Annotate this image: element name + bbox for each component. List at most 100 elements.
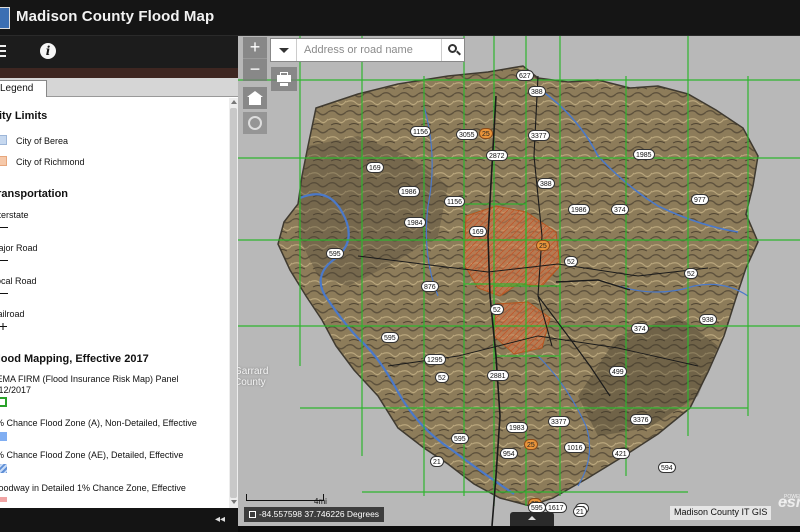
legend-heading-city-limits: City Limits	[0, 110, 48, 122]
legend-item-zone-a: 1% Chance Flood Zone (A), Non-Detailed, …	[0, 418, 197, 428]
coordinate-readout[interactable]: -84.557598 37.746226 Degrees	[244, 507, 385, 522]
route-shield: 52	[490, 304, 504, 315]
home-button[interactable]	[243, 87, 267, 109]
zoom-out-button[interactable]: −	[243, 59, 267, 81]
legend-item-interstate: Interstate	[0, 210, 29, 220]
interstate-swatch	[0, 227, 8, 228]
legend-list: City Limits City of Berea City of Richmo…	[0, 98, 229, 508]
richmond-swatch	[0, 156, 7, 166]
legend-scrollbar[interactable]	[229, 98, 238, 508]
coordinate-icon	[249, 511, 256, 518]
panel-bottom-bar: ◂◂	[0, 508, 238, 532]
info-icon[interactable]: i	[40, 43, 56, 59]
zone-a-swatch	[0, 432, 7, 441]
chevron-down-icon	[279, 48, 289, 53]
search-button[interactable]	[441, 39, 465, 61]
local-road-swatch	[0, 293, 8, 294]
legend-item-railroad: Railroad	[0, 309, 25, 319]
legend-item-firm-panel: FEMA FIRM (Flood Insurance Risk Map) Pan…	[0, 374, 179, 384]
scale-label: 4mi	[314, 497, 327, 506]
legend-item-floodway: Floodway in Detailed 1% Chance Zone, Eff…	[0, 483, 186, 493]
route-shield: 374	[631, 323, 649, 334]
route-shield: 3376	[630, 414, 652, 425]
zone-ae-swatch	[0, 464, 7, 473]
expand-footer-tab[interactable]	[510, 512, 554, 526]
chevron-up-icon	[528, 516, 536, 520]
tab-legend[interactable]: Legend	[0, 80, 47, 97]
route-shield: 25	[524, 439, 538, 450]
route-shield: 594	[658, 462, 676, 473]
search-bar	[270, 38, 465, 62]
collapse-panel-button[interactable]: ◂◂	[210, 512, 230, 528]
attribution: Madison County IT GIS	[670, 506, 772, 520]
legend-heading-flood-mapping: Flood Mapping, Effective 2017	[0, 353, 149, 365]
floodway-swatch	[0, 497, 7, 502]
route-shield: 1016	[564, 442, 586, 453]
legend-item-major-road: Major Road	[0, 243, 38, 253]
route-shield: 1295	[424, 354, 446, 365]
print-button[interactable]	[271, 67, 297, 91]
printer-icon	[277, 75, 291, 82]
legend-item-zone-ae: 1% Chance Flood Zone (AE), Detailed, Eff…	[0, 450, 184, 460]
legend-tab-bar: Legend	[0, 78, 238, 97]
route-shield: 21	[573, 506, 587, 517]
legend-heading-transportation: Transportation	[0, 188, 69, 200]
app-title: Madison County Flood Map	[16, 8, 215, 25]
panel-toolbar: i	[0, 36, 238, 68]
route-shield: 25	[536, 240, 550, 251]
route-shield: 3377	[548, 416, 570, 427]
route-shield: 876	[421, 281, 439, 292]
berea-swatch	[0, 135, 7, 145]
route-shield: 3377	[528, 130, 550, 141]
route-shield: 1983	[506, 422, 528, 433]
search-input[interactable]	[298, 39, 440, 61]
coordinate-text: -84.557598 37.746226 Degrees	[259, 509, 380, 519]
menu-icon[interactable]	[0, 45, 6, 58]
route-shield: 595	[451, 433, 469, 444]
route-shield: 954	[500, 448, 518, 459]
scroll-thumb[interactable]	[230, 108, 237, 498]
legend-item-firm-date: 1/12/2017	[0, 385, 32, 395]
app-header: Madison County Flood Map	[0, 0, 800, 36]
route-shield: 977	[691, 194, 709, 205]
route-shield: 388	[537, 178, 555, 189]
firm-panel-swatch	[0, 397, 7, 407]
route-shield: 21	[430, 456, 444, 467]
route-shield: 2872	[486, 150, 508, 161]
route-shield: 1156	[410, 126, 432, 137]
route-shield: 52	[684, 268, 698, 279]
app-logo	[0, 7, 10, 29]
route-shield: 169	[366, 162, 384, 173]
route-shield: 52	[435, 372, 449, 383]
route-shield: 595	[326, 248, 344, 259]
route-shield: 1985	[633, 149, 655, 160]
route-shield: 374	[611, 204, 629, 215]
locate-button[interactable]	[243, 112, 267, 134]
route-shield: 595	[381, 332, 399, 343]
route-shield: 1984	[404, 217, 426, 228]
route-shield: 2881	[487, 370, 509, 381]
legend-item-local-road: Local Road	[0, 276, 37, 286]
search-source-dropdown[interactable]	[271, 39, 297, 61]
route-shield: 1986	[398, 186, 420, 197]
map-footer	[238, 526, 800, 532]
map-view[interactable]: 627 388 3055 25 1156 169 2872 3377 1985 1986 388 19…	[238, 36, 800, 532]
scroll-down-icon[interactable]	[231, 500, 237, 504]
locate-icon	[248, 116, 262, 130]
route-shield: 52	[564, 256, 578, 267]
garrard-county-label: Garrard County	[238, 366, 269, 388]
route-shield: 169	[469, 226, 487, 237]
route-shield: 938	[699, 314, 717, 325]
route-shield: 1156	[444, 196, 466, 207]
side-panel: i Legend City Limits City of Berea City …	[0, 36, 238, 508]
route-shield: 1986	[568, 204, 590, 215]
major-road-swatch	[0, 260, 8, 261]
route-shield: 499	[609, 366, 627, 377]
scroll-up-icon[interactable]	[231, 100, 237, 104]
railroad-swatch	[0, 323, 7, 330]
route-shield: 388	[528, 86, 546, 97]
legend-item-berea: City of Berea	[16, 136, 69, 146]
esri-logo[interactable]: esri	[778, 494, 800, 512]
zoom-in-button[interactable]: +	[243, 37, 267, 59]
route-shield: 25	[479, 128, 493, 139]
